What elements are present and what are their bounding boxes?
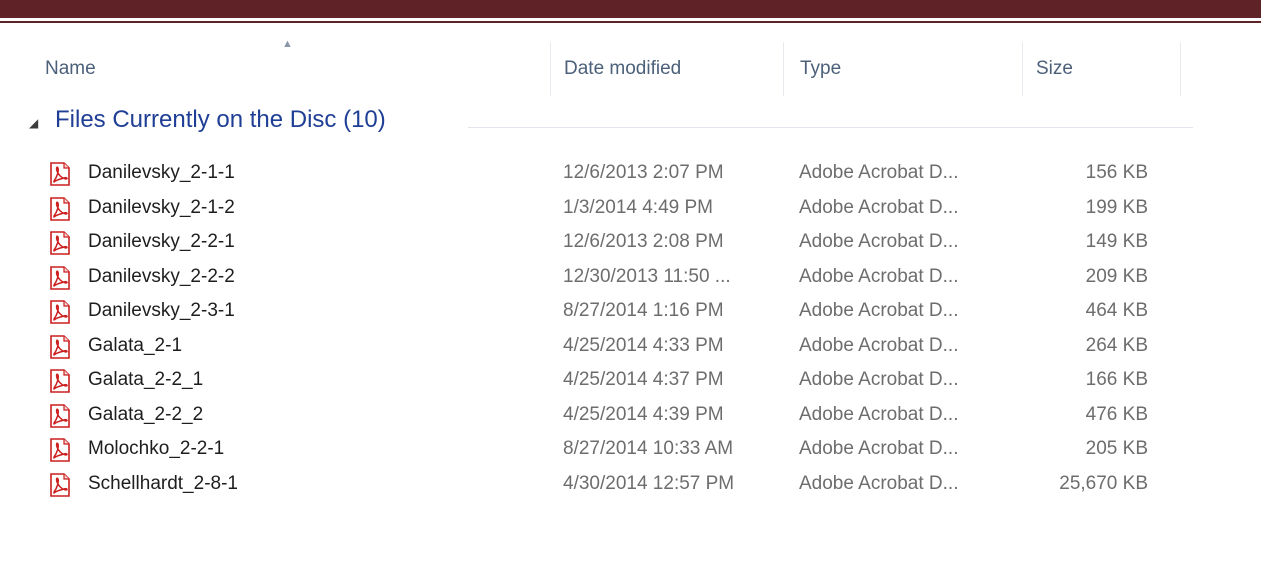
file-row[interactable]: Galata_2-1 4/25/2014 4:33 PM Adobe Acrob… [18, 329, 1193, 364]
file-type: Adobe Acrobat D... [799, 300, 959, 321]
file-name: Galata_2-2_2 [88, 403, 204, 425]
file-name: Danilevsky_2-1-1 [88, 162, 235, 183]
file-date-modified: 4/25/2014 4:39 PM [563, 403, 724, 425]
file-date-modified: 4/25/2014 4:37 PM [563, 369, 724, 390]
collapse-triangle-icon[interactable]: ◢ [29, 116, 38, 130]
column-separator[interactable] [783, 42, 784, 96]
file-date-modified: 4/30/2014 12:57 PM [563, 472, 735, 494]
file-name: Danilevsky_2-3-1 [88, 300, 235, 321]
pdf-file-icon [50, 265, 70, 290]
file-size: 166 KB [1085, 369, 1148, 390]
file-date-modified: 12/6/2013 2:08 PM [563, 231, 724, 252]
file-size: 209 KB [1085, 265, 1148, 287]
pdf-file-icon [50, 403, 70, 428]
pdf-file-icon [50, 334, 70, 359]
file-type: Adobe Acrobat D... [799, 265, 959, 287]
pdf-file-icon [50, 162, 70, 186]
file-type: Adobe Acrobat D... [799, 162, 959, 183]
column-header-type[interactable]: Type [800, 42, 841, 96]
file-name: Galata_2-2_1 [88, 369, 204, 390]
file-rows: Danilevsky_2-1-1 12/6/2013 2:07 PM Adobe… [18, 156, 1193, 501]
file-size: 476 KB [1085, 403, 1148, 425]
file-name: Danilevsky_2-1-2 [88, 196, 235, 218]
file-row[interactable]: Schellhardt_2-8-1 4/30/2014 12:57 PM Ado… [18, 467, 1193, 502]
file-size: 149 KB [1085, 231, 1148, 252]
file-size: 264 KB [1085, 334, 1148, 356]
group-divider [468, 127, 1193, 128]
file-row[interactable]: Galata_2-2_1 4/25/2014 4:37 PM Adobe Acr… [18, 363, 1193, 398]
file-row[interactable]: Danilevsky_2-1-2 1/3/2014 4:49 PM Adobe … [18, 191, 1193, 226]
column-header-date-modified[interactable]: Date modified [564, 42, 681, 96]
pdf-file-icon [50, 472, 70, 497]
file-name: Danilevsky_2-2-1 [88, 231, 235, 252]
file-row[interactable]: Danilevsky_2-3-1 8/27/2014 1:16 PM Adobe… [18, 294, 1193, 329]
column-separator[interactable] [1180, 42, 1181, 96]
column-separator[interactable] [550, 42, 551, 96]
pdf-file-icon [50, 369, 70, 393]
file-type: Adobe Acrobat D... [799, 403, 959, 425]
file-row[interactable]: Molochko_2-2-1 8/27/2014 10:33 AM Adobe … [18, 432, 1193, 467]
group-title: Files Currently on the Disc (10) [55, 106, 386, 133]
column-separator[interactable] [1022, 42, 1023, 96]
file-date-modified: 8/27/2014 10:33 AM [563, 438, 734, 459]
file-name: Schellhardt_2-8-1 [88, 472, 238, 494]
file-row[interactable]: Danilevsky_2-1-1 12/6/2013 2:07 PM Adobe… [18, 156, 1193, 191]
file-date-modified: 8/27/2014 1:16 PM [563, 300, 724, 321]
file-date-modified: 4/25/2014 4:33 PM [563, 334, 724, 356]
column-header-row: Name ▲ Date modified Type Size [18, 38, 1193, 96]
file-date-modified: 12/30/2013 11:50 ... [563, 265, 731, 287]
pdf-file-icon [50, 196, 70, 221]
pdf-file-icon [50, 438, 70, 462]
file-size: 25,670 KB [1059, 472, 1148, 494]
file-type: Adobe Acrobat D... [799, 472, 959, 494]
file-name: Galata_2-1 [88, 334, 183, 356]
column-header-name[interactable]: Name [45, 42, 96, 96]
file-type: Adobe Acrobat D... [799, 438, 959, 459]
file-date-modified: 12/6/2013 2:07 PM [563, 162, 724, 183]
file-type: Adobe Acrobat D... [799, 196, 959, 218]
file-size: 156 KB [1085, 162, 1148, 183]
pdf-file-icon [50, 231, 70, 255]
file-type: Adobe Acrobat D... [799, 369, 959, 390]
file-type: Adobe Acrobat D... [799, 231, 959, 252]
column-header-size[interactable]: Size [1036, 42, 1073, 96]
file-name: Molochko_2-2-1 [88, 438, 225, 459]
file-name: Danilevsky_2-2-2 [88, 265, 235, 287]
file-type: Adobe Acrobat D... [799, 334, 959, 356]
top-border-thin [0, 21, 1261, 23]
pdf-file-icon [50, 300, 70, 324]
file-row[interactable]: Danilevsky_2-2-2 12/30/2013 11:50 ... Ad… [18, 260, 1193, 295]
file-date-modified: 1/3/2014 4:49 PM [563, 196, 713, 218]
file-size: 205 KB [1085, 438, 1148, 459]
file-list-view: Name ▲ Date modified Type Size ◢ Files C… [18, 38, 1193, 501]
file-size: 199 KB [1085, 196, 1148, 218]
file-row[interactable]: Galata_2-2_2 4/25/2014 4:39 PM Adobe Acr… [18, 398, 1193, 433]
top-border-thick [0, 0, 1261, 18]
sort-ascending-icon: ▲ [282, 38, 293, 50]
group-header[interactable]: ◢ Files Currently on the Disc (10) [18, 96, 1193, 156]
file-row[interactable]: Danilevsky_2-2-1 12/6/2013 2:08 PM Adobe… [18, 225, 1193, 260]
file-size: 464 KB [1085, 300, 1148, 321]
